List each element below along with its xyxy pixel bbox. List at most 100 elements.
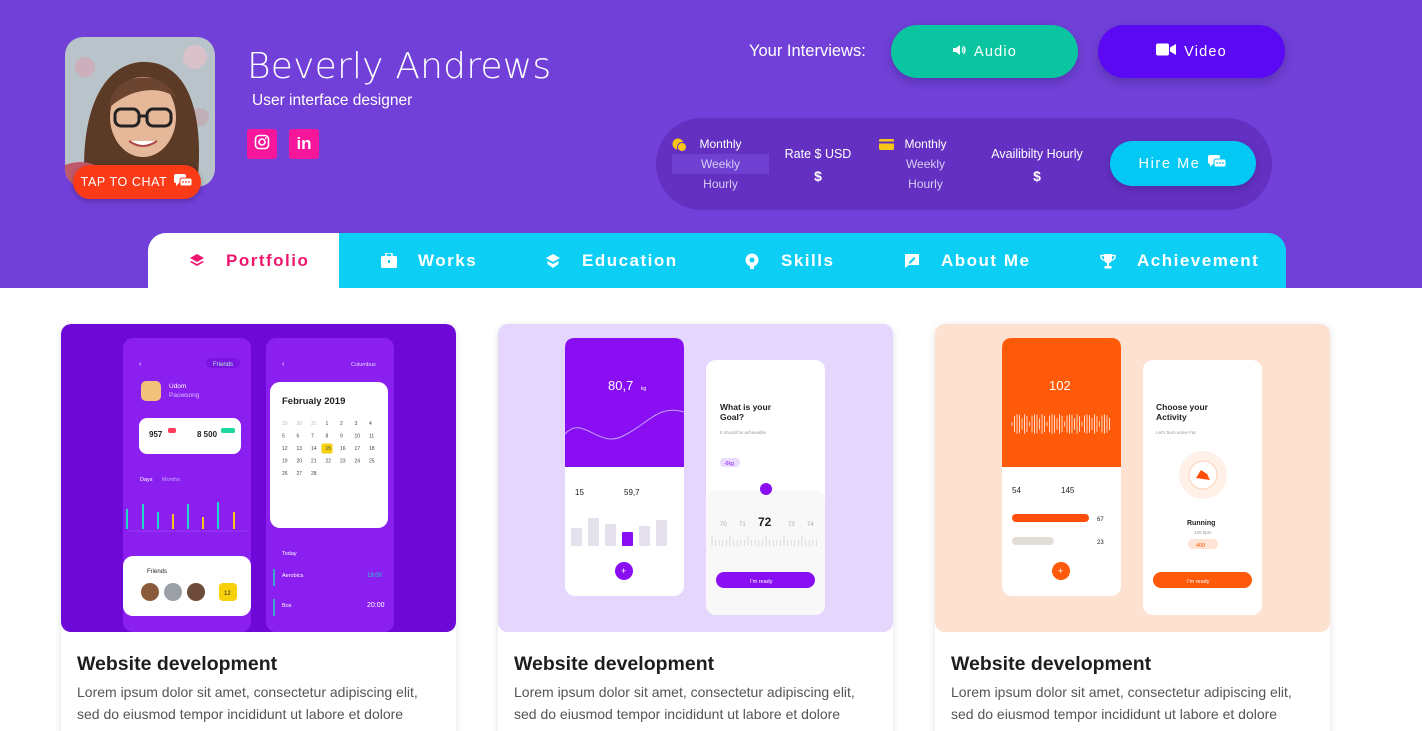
period-option-hourly[interactable]: Hourly xyxy=(877,174,974,194)
svg-text:31: 31 xyxy=(311,421,317,427)
svg-text:70: 70 xyxy=(720,522,727,528)
svg-text:10: 10 xyxy=(355,434,361,440)
svg-text:Aerobics: Aerobics xyxy=(282,573,304,579)
svg-text:4: 4 xyxy=(369,421,372,427)
svg-text:14: 14 xyxy=(311,446,317,452)
svg-text:72: 72 xyxy=(758,515,772,529)
tab-label: About Me xyxy=(941,250,1031,270)
availability-hourly: Availibilty Hourly $ xyxy=(983,147,1091,184)
audio-interview-button[interactable]: Audio xyxy=(891,25,1078,78)
svg-text:13: 13 xyxy=(297,446,303,452)
video-interview-button[interactable]: Video xyxy=(1098,25,1285,78)
svg-text:Friends: Friends xyxy=(147,569,167,575)
layers-icon xyxy=(188,252,206,270)
svg-text:73: 73 xyxy=(788,522,795,528)
svg-text:27: 27 xyxy=(297,471,303,477)
tab-label: Skills xyxy=(781,250,835,270)
svg-text:20: 20 xyxy=(297,459,303,465)
svg-text:kg: kg xyxy=(641,386,647,392)
svg-text:28: 28 xyxy=(311,471,317,477)
svg-text:Let's burn some Fat: Let's burn some Fat xyxy=(1156,430,1196,435)
period-option-hourly[interactable]: Hourly xyxy=(672,174,769,194)
instagram-icon xyxy=(254,134,270,155)
svg-text:400: 400 xyxy=(1196,543,1205,549)
instagram-button[interactable] xyxy=(247,129,277,159)
svg-text:120 bpm: 120 bpm xyxy=(1194,530,1212,535)
svg-text:23: 23 xyxy=(340,459,346,465)
tab-label: Portfolio xyxy=(226,250,310,270)
about-icon xyxy=(903,252,921,270)
svg-text:17: 17 xyxy=(355,446,361,452)
svg-text:16: 16 xyxy=(340,446,346,452)
svg-text:18: 18 xyxy=(369,446,375,452)
svg-text:Columbus: Columbus xyxy=(351,362,376,368)
svg-text:5: 5 xyxy=(282,434,285,440)
period-selector-1[interactable]: Monthly Weekly Hourly xyxy=(672,134,769,194)
speaker-icon xyxy=(952,44,966,60)
svg-text:19: 19 xyxy=(282,459,288,465)
education-icon xyxy=(544,252,562,270)
svg-text:15: 15 xyxy=(575,488,584,497)
chat-icon xyxy=(173,173,193,192)
svg-text:8 500: 8 500 xyxy=(197,430,218,439)
profile-role: User interface designer xyxy=(252,92,413,109)
card-icon xyxy=(879,139,894,153)
linkedin-icon: in xyxy=(296,134,312,153)
tab-skills[interactable]: Skills xyxy=(743,233,834,288)
tab-works[interactable]: Works xyxy=(380,233,477,288)
svg-text:15: 15 xyxy=(326,446,332,452)
svg-text:19:00: 19:00 xyxy=(367,573,383,579)
svg-text:Days: Days xyxy=(140,477,153,483)
svg-text:+: + xyxy=(1058,566,1063,576)
svg-text:1: 1 xyxy=(326,421,329,427)
svg-text:It should be achievable: It should be achievable xyxy=(720,430,767,435)
svg-text:2: 2 xyxy=(340,421,343,427)
period-option-weekly[interactable]: Weekly xyxy=(672,154,769,174)
svg-text:54: 54 xyxy=(1012,486,1021,495)
tab-label: Works xyxy=(418,250,478,270)
portfolio-image: 80,7 kg 15 59,7 + What is your Goal? It … xyxy=(498,324,893,632)
svg-text:11: 11 xyxy=(369,434,374,440)
portfolio-card[interactable]: 102 54 145 67 23 + Choose your Activity … xyxy=(935,324,1330,731)
tab-label: Achievement xyxy=(1137,250,1260,270)
svg-text:9: 9 xyxy=(340,434,343,440)
video-label: Video xyxy=(1184,43,1227,60)
interviews-label: Your Interviews: xyxy=(749,42,866,60)
period-selector-2[interactable]: Monthly Weekly Hourly xyxy=(877,134,974,194)
linkedin-button[interactable]: in xyxy=(289,129,319,159)
period-option-weekly[interactable]: Weekly xyxy=(877,154,974,174)
svg-text:-6kg: -6kg xyxy=(724,461,734,467)
svg-text:59,7: 59,7 xyxy=(624,488,640,497)
svg-text:24: 24 xyxy=(355,459,361,465)
rate-value: $ xyxy=(814,168,822,184)
hire-me-button[interactable]: Hire Me xyxy=(1110,141,1256,186)
svg-text:I'm ready: I'm ready xyxy=(750,579,773,585)
svg-text:Februaly 2019: Februaly 2019 xyxy=(282,396,345,407)
tab-portfolio[interactable]: Portfolio xyxy=(148,233,339,288)
svg-text:22: 22 xyxy=(326,459,332,465)
svg-text:8: 8 xyxy=(326,434,329,440)
tab-label: Education xyxy=(582,250,678,270)
portfolio-image: ‹ Friends Udom Paowsong 957 8 500 Days M… xyxy=(61,324,456,632)
rate-label: Rate $ USD xyxy=(784,147,852,161)
tab-achievement[interactable]: Achievement xyxy=(1099,233,1259,288)
card-title: Website development xyxy=(951,653,1152,675)
svg-text:Running: Running xyxy=(1187,520,1215,527)
portfolio-card[interactable]: ‹ Friends Udom Paowsong 957 8 500 Days M… xyxy=(61,324,456,731)
svg-text:80,7: 80,7 xyxy=(608,378,633,393)
tab-education[interactable]: Education xyxy=(544,233,678,288)
tap-to-chat-button[interactable]: TAP TO CHAT xyxy=(73,165,201,199)
tab-about-me[interactable]: About Me xyxy=(903,233,1030,288)
svg-text:71: 71 xyxy=(739,522,746,528)
card-description: Lorem ipsum dolor sit amet, consectetur … xyxy=(514,684,855,722)
svg-text:12: 12 xyxy=(224,591,231,597)
svg-text:26: 26 xyxy=(282,471,288,477)
audio-label: Audio xyxy=(973,43,1018,60)
chat-icon xyxy=(1207,154,1227,174)
portfolio-card[interactable]: 80,7 kg 15 59,7 + What is your Goal? It … xyxy=(498,324,893,731)
svg-text:67: 67 xyxy=(1097,517,1104,523)
svg-text:74: 74 xyxy=(807,522,814,528)
svg-text:25: 25 xyxy=(369,459,375,465)
availability-value: $ xyxy=(1033,168,1041,184)
svg-text:957: 957 xyxy=(149,430,163,439)
